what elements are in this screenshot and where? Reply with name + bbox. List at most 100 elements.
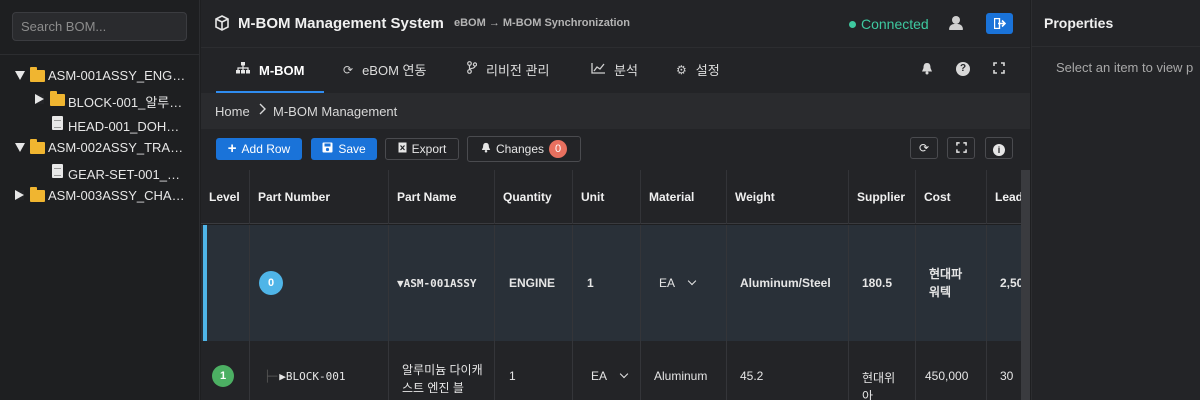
tab-settings[interactable]: ⚙ 설정 xyxy=(676,48,720,93)
caret-down-icon[interactable] xyxy=(15,71,25,80)
expand-button[interactable] xyxy=(947,137,975,159)
table-scrollbar[interactable] xyxy=(1021,170,1030,400)
info-button[interactable]: i xyxy=(985,137,1013,159)
refresh-button[interactable]: ⟳ xyxy=(910,137,938,159)
part-name-cell[interactable]: ENGINE xyxy=(495,225,573,341)
part-name-cell[interactable]: 알루미늄 다이캐스트 엔진 블 xyxy=(389,341,495,400)
chevron-down-icon xyxy=(687,276,697,286)
info-icon: i xyxy=(993,144,1005,156)
weight-cell[interactable]: 45.2 xyxy=(727,341,849,400)
material-cell[interactable]: Aluminum xyxy=(641,341,727,400)
unit-value: EA xyxy=(659,276,676,290)
column-header-part-number[interactable]: Part Number xyxy=(250,170,389,224)
caret-down-icon[interactable] xyxy=(15,143,25,152)
unit-select[interactable]: EA xyxy=(649,276,697,290)
properties-header: Properties xyxy=(1032,0,1200,47)
level-cell: 1 xyxy=(201,341,250,400)
tree-node-label: ASM-003ASSY_CHASSIS xyxy=(48,188,186,203)
unit-select[interactable]: EA xyxy=(581,369,629,383)
tree-node-asm-001[interactable]: ASM-001ASSY_ENGINE xyxy=(0,64,200,88)
tab-ebom-sync[interactable]: ⟳ eBOM 연동 xyxy=(343,48,426,93)
tab-label: M-BOM xyxy=(259,63,305,78)
tab-label: 리비전 관리 xyxy=(486,63,550,78)
bell-icon xyxy=(481,142,491,156)
plus-icon: + xyxy=(227,140,237,157)
part-number-value: ▶BLOCK-001 xyxy=(279,369,346,383)
chevron-right-icon xyxy=(258,103,266,118)
changes-button[interactable]: Changes 0 xyxy=(467,136,581,162)
tab-m-bom[interactable]: M-BOM xyxy=(236,48,305,93)
weight-cell[interactable]: 180.5 xyxy=(849,225,916,341)
export-label: Export xyxy=(411,142,447,156)
table-header: Level Part Number Part Name Quantity Uni… xyxy=(201,170,1021,224)
save-label: Save xyxy=(338,142,366,156)
quantity-cell[interactable]: 1 xyxy=(495,341,573,400)
cost-cell[interactable]: 2,50 xyxy=(987,225,1021,341)
unit-cell[interactable]: EA xyxy=(573,341,641,400)
column-header-weight[interactable]: Weight xyxy=(727,170,849,224)
tree-guide-icon: ├─ xyxy=(264,369,278,383)
fullscreen-icon[interactable] xyxy=(992,62,1006,76)
divider xyxy=(0,54,200,55)
column-header-unit[interactable]: Unit xyxy=(573,170,641,224)
file-excel-icon xyxy=(398,142,407,156)
tree-node-gear-set-001[interactable]: GEAR-SET-001_기어 xyxy=(0,160,200,184)
sitemap-icon xyxy=(236,48,250,93)
tree-node-head-001[interactable]: HEAD-001_DOHC_헤드 xyxy=(0,112,200,136)
add-row-label: Add Row xyxy=(241,142,291,156)
folder-icon xyxy=(30,67,45,82)
column-header-supplier[interactable]: Supplier xyxy=(849,170,916,224)
sync-label: eBOM → M-BOM Synchronization xyxy=(454,17,630,29)
level-cell: 0 xyxy=(250,225,389,341)
table-row[interactable]: 0 ▼ASM-001ASSY ENGINE 1 EA Aluminum/Stee… xyxy=(201,225,1021,341)
folder-icon xyxy=(50,91,65,106)
file-icon xyxy=(52,116,63,130)
column-header-lead[interactable]: Lead xyxy=(987,170,1021,224)
column-header-part-name[interactable]: Part Name xyxy=(389,170,495,224)
tab-revision[interactable]: 리비전 관리 xyxy=(467,48,549,93)
tree-node-block-001[interactable]: BLOCK-001_알루미늄 xyxy=(0,88,200,112)
tree-node-label: BLOCK-001_알루미늄 xyxy=(68,95,183,110)
status-text: Connected xyxy=(861,16,929,32)
column-header-quantity[interactable]: Quantity xyxy=(495,170,573,224)
sync-icon: ⟳ xyxy=(343,63,354,77)
app-header: M-BOM Management System eBOM → M-BOM Syn… xyxy=(201,0,1030,48)
quantity-cell[interactable]: 1 xyxy=(573,225,641,341)
changes-count-badge: 0 xyxy=(549,140,568,158)
column-header-level[interactable]: Level xyxy=(201,170,250,224)
breadcrumb-home[interactable]: Home xyxy=(215,104,250,119)
logout-button[interactable] xyxy=(986,13,1013,34)
search-input[interactable] xyxy=(12,12,187,41)
branch-icon xyxy=(467,48,478,93)
properties-panel: Properties Select an item to view p xyxy=(1031,0,1200,400)
export-button[interactable]: Export xyxy=(385,138,459,160)
column-header-cost[interactable]: Cost xyxy=(916,170,987,224)
level-badge: 1 xyxy=(212,365,234,387)
breadcrumb-current: M-BOM Management xyxy=(273,104,398,119)
user-icon[interactable] xyxy=(949,16,963,31)
part-number-cell[interactable]: ▼ASM-001ASSY xyxy=(389,225,495,341)
table-row[interactable]: 1 ├─ ▶BLOCK-001 알루미늄 다이캐스트 엔진 블 1 EA Alum… xyxy=(201,341,1021,400)
cost-cell[interactable]: 450,000 xyxy=(916,341,987,400)
caret-right-icon[interactable] xyxy=(35,94,44,104)
bom-table: Level Part Number Part Name Quantity Uni… xyxy=(201,170,1021,400)
caret-right-icon[interactable] xyxy=(15,190,24,200)
material-cell[interactable]: Aluminum/Steel xyxy=(727,225,849,341)
cube-icon xyxy=(215,15,229,31)
tree-node-asm-002[interactable]: ASM-002ASSY_TRANS xyxy=(0,136,200,160)
app-root: ASM-001ASSY_ENGINE BLOCK-001_알루미늄 HEAD-0… xyxy=(0,0,1200,400)
tab-analysis[interactable]: 분석 xyxy=(591,48,638,93)
supplier-cell[interactable]: 현대파워텍 xyxy=(916,225,987,341)
bell-icon[interactable] xyxy=(920,62,934,76)
column-header-material[interactable]: Material xyxy=(641,170,727,224)
save-button[interactable]: Save xyxy=(311,138,377,160)
lead-time-cell[interactable]: 30 xyxy=(987,341,1021,400)
breadcrumb: Home M-BOM Management xyxy=(201,93,1030,129)
unit-cell[interactable]: EA xyxy=(641,225,727,341)
help-icon[interactable]: ? xyxy=(956,62,970,76)
tree-node-asm-003[interactable]: ASM-003ASSY_CHASSIS xyxy=(0,184,200,208)
supplier-cell[interactable]: 현대위아 xyxy=(849,341,916,400)
add-row-button[interactable]: + Add Row xyxy=(216,138,302,160)
bom-tree: ASM-001ASSY_ENGINE BLOCK-001_알루미늄 HEAD-0… xyxy=(0,64,200,208)
part-number-cell[interactable]: ├─ ▶BLOCK-001 xyxy=(250,341,389,400)
